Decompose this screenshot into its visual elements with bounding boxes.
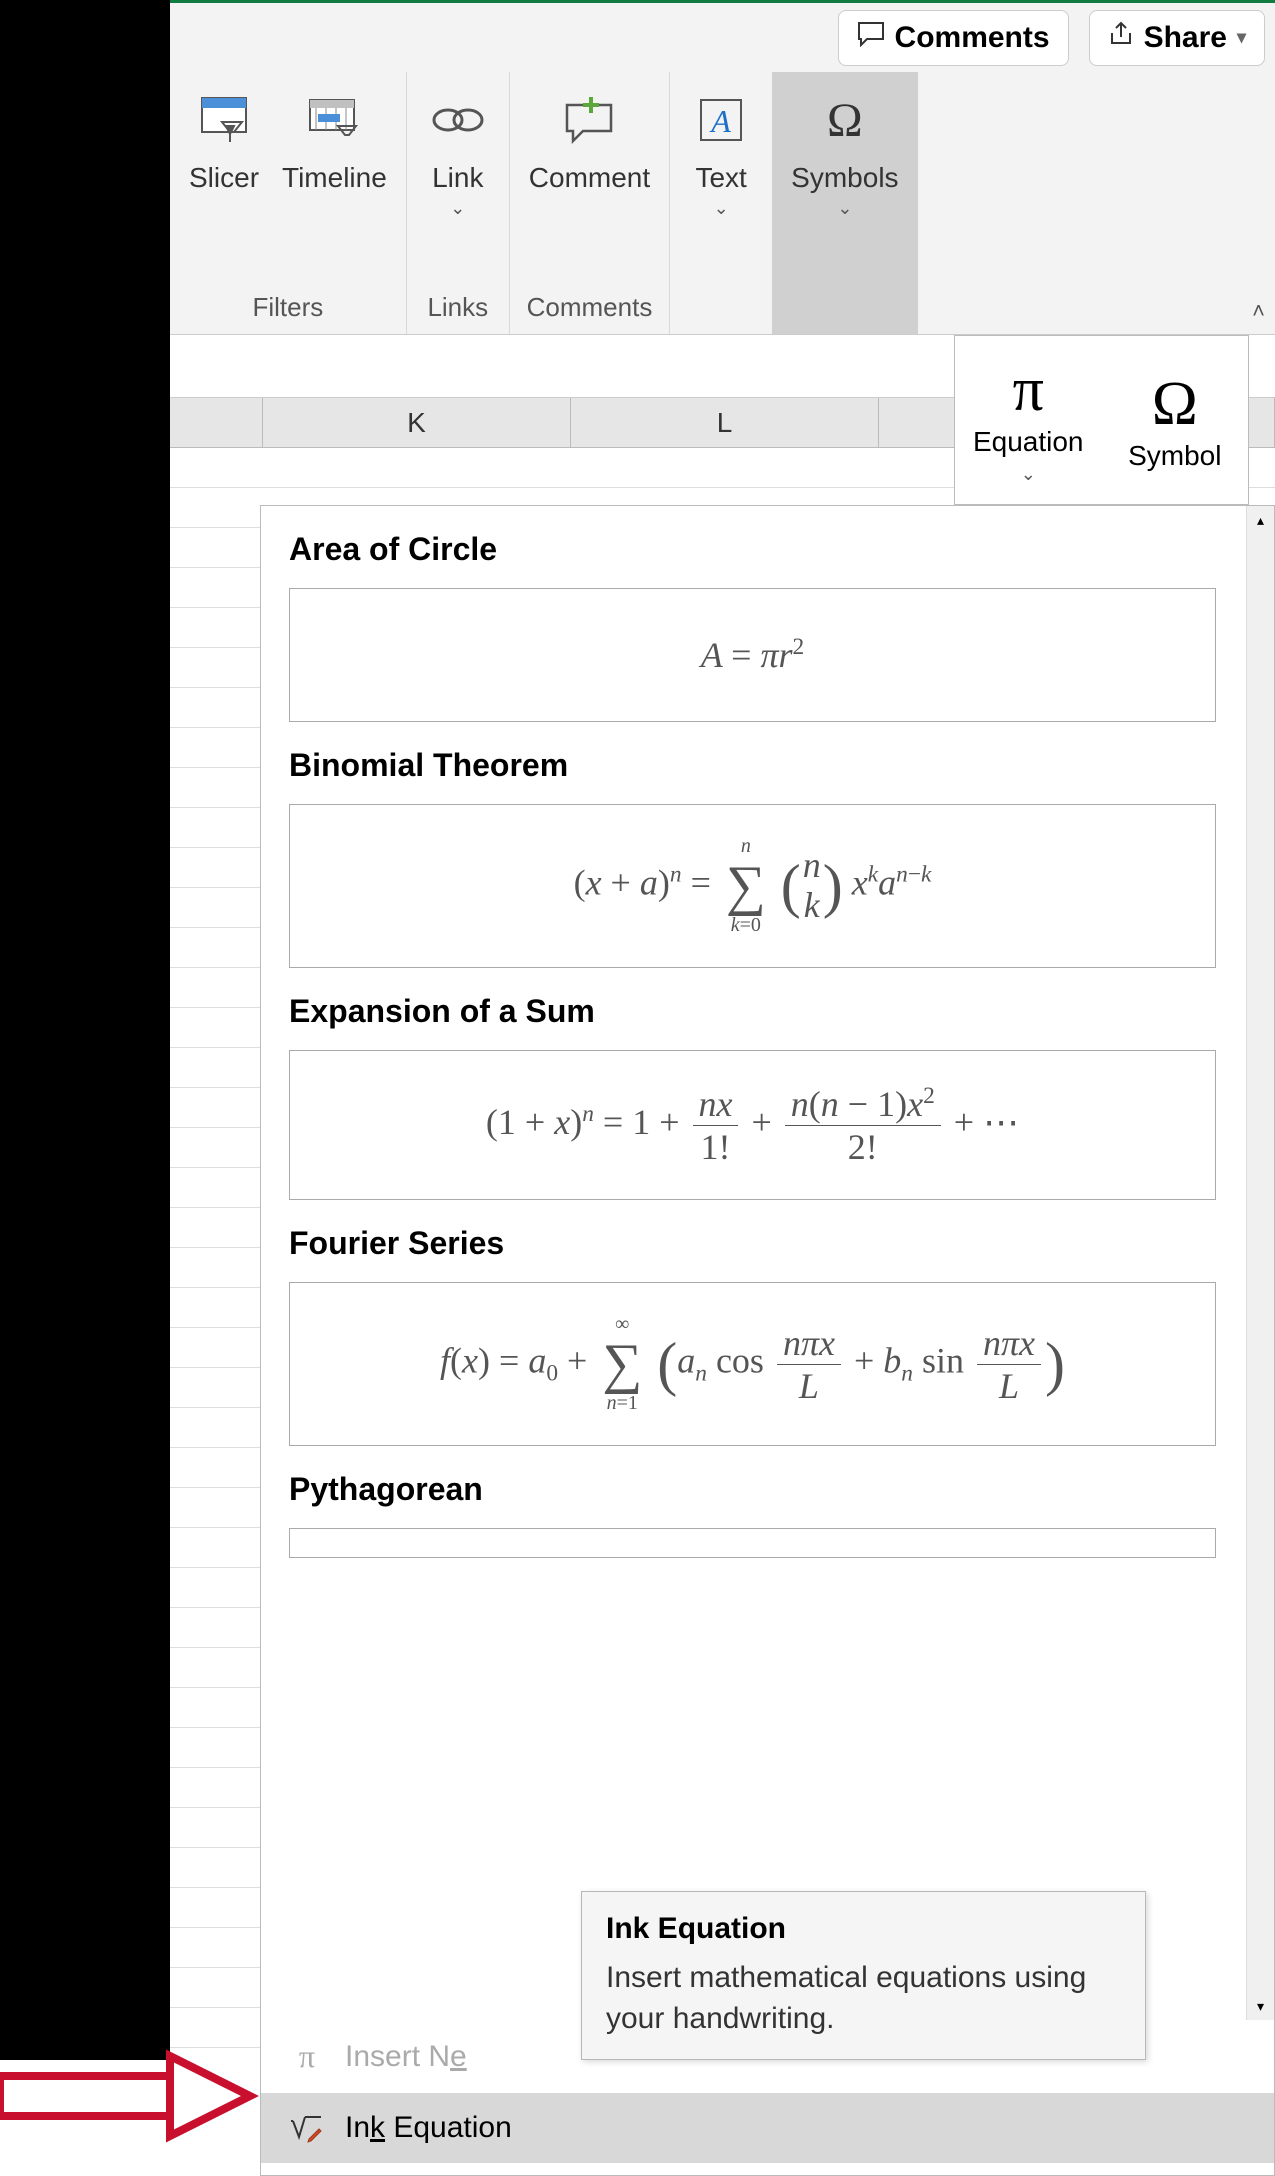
share-label: Share [1144,21,1227,55]
collapse-ribbon-button[interactable]: ˄ [1252,298,1265,324]
ink-equation-item[interactable]: Ink Equation [261,2093,1274,2163]
tooltip-body: Insert mathematical equations using your… [606,1958,1121,2039]
pi-icon: π [289,2038,325,2075]
ribbon-group-links: Link ⌄ Links [407,72,510,334]
svg-text:A: A [709,103,731,139]
symbols-dropdown: π Equation ⌄ Ω Symbol [954,335,1249,505]
symbols-group-label [841,286,848,329]
equation-category-title: Fourier Series [289,1225,1216,1262]
slicer-button[interactable]: Slicer [185,82,263,200]
text-icon: A [689,88,753,152]
comments-group-label: Comments [527,286,653,329]
slicer-label: Slicer [189,162,259,194]
timeline-button[interactable]: Timeline [278,82,391,200]
equation-category-title: Pythagorean [289,1471,1216,1508]
chevron-down-icon: ⌄ [837,198,852,219]
comment-label: Comment [529,162,650,194]
ribbon: Slicer Timeline Filters Link ⌄ [170,72,1275,335]
text-button[interactable]: A Text ⌄ [685,82,757,225]
slicer-icon [192,88,256,152]
equation-category-title: Expansion of a Sum [289,993,1216,1030]
share-icon [1108,21,1134,55]
gallery-scrollbar[interactable]: ▴ ▾ [1246,506,1274,2020]
chevron-down-icon: ⌄ [714,198,729,219]
ribbon-group-symbols: Ω Symbols ⌄ [772,72,917,334]
column-header-k[interactable]: K [263,398,571,447]
ink-equation-label: Ink Equation [345,2111,512,2145]
ribbon-group-comments: Comment Comments [510,72,670,334]
link-label: Link [432,162,483,194]
equation-item-area-of-circle[interactable]: A = πr2 [289,588,1216,722]
ribbon-group-text: A Text ⌄ [670,72,772,334]
insert-new-equation-label: Insert Ne [345,2040,467,2074]
equation-category-title: Binomial Theorem [289,747,1216,784]
tooltip: Ink Equation Insert mathematical equatio… [581,1891,1146,2060]
text-label: Text [695,162,746,194]
equation-item-expansion-of-sum[interactable]: (1 + x)n = 1 + nx1! + n(n − 1)x22! + ⋯ [289,1050,1216,1200]
links-group-label: Links [427,286,488,329]
ink-equation-icon [289,2113,325,2143]
symbol-button[interactable]: Ω Symbol [1102,336,1249,504]
equation-item-fourier-series[interactable]: f(x) = a0 + ∞∑n=1 (an cos nπxL + bn sin … [289,1282,1216,1446]
equation-category-title: Area of Circle [289,531,1216,568]
scroll-up-button[interactable]: ▴ [1247,506,1274,534]
share-button[interactable]: Share ▾ [1089,10,1265,66]
filters-group-label: Filters [253,286,324,329]
annotation-arrow [0,2038,260,2158]
ribbon-group-filters: Slicer Timeline Filters [170,72,407,334]
timeline-label: Timeline [282,162,387,194]
comment-icon [857,21,885,55]
title-bar: Comments Share ▾ [170,0,1275,72]
scroll-down-button[interactable]: ▾ [1247,1992,1274,2020]
equation-item-binomial-theorem[interactable]: (x + a)n = n∑k=0 (nk) xkan−k [289,804,1216,968]
timeline-icon [302,88,366,152]
chevron-down-icon: ⌄ [450,198,465,219]
new-comment-icon [557,88,621,152]
comment-button[interactable]: Comment [525,82,654,200]
equation-button[interactable]: π Equation ⌄ [955,336,1102,504]
column-header-l[interactable]: L [571,398,879,447]
text-group-label [718,286,725,329]
omega-icon: Ω [1152,369,1198,440]
comments-button[interactable]: Comments [838,10,1069,66]
chevron-down-icon: ▾ [1237,27,1246,48]
link-button[interactable]: Link ⌄ [422,82,494,225]
equation-label: Equation [973,426,1084,458]
equation-gallery: Area of Circle A = πr2 Binomial Theorem … [260,505,1275,2176]
omega-icon: Ω [813,88,877,152]
symbols-label: Symbols [791,162,898,194]
equation-item-pythagorean[interactable] [289,1528,1216,1558]
link-icon [426,88,490,152]
chevron-down-icon: ⌄ [1021,464,1036,485]
equation-list: Area of Circle A = πr2 Binomial Theorem … [261,506,1244,2020]
symbols-button[interactable]: Ω Symbols ⌄ [787,82,902,225]
column-header[interactable] [170,398,263,447]
tooltip-title: Ink Equation [606,1912,1121,1946]
symbol-label: Symbol [1128,440,1221,472]
comments-label: Comments [895,21,1050,55]
pi-icon: π [1013,355,1044,426]
